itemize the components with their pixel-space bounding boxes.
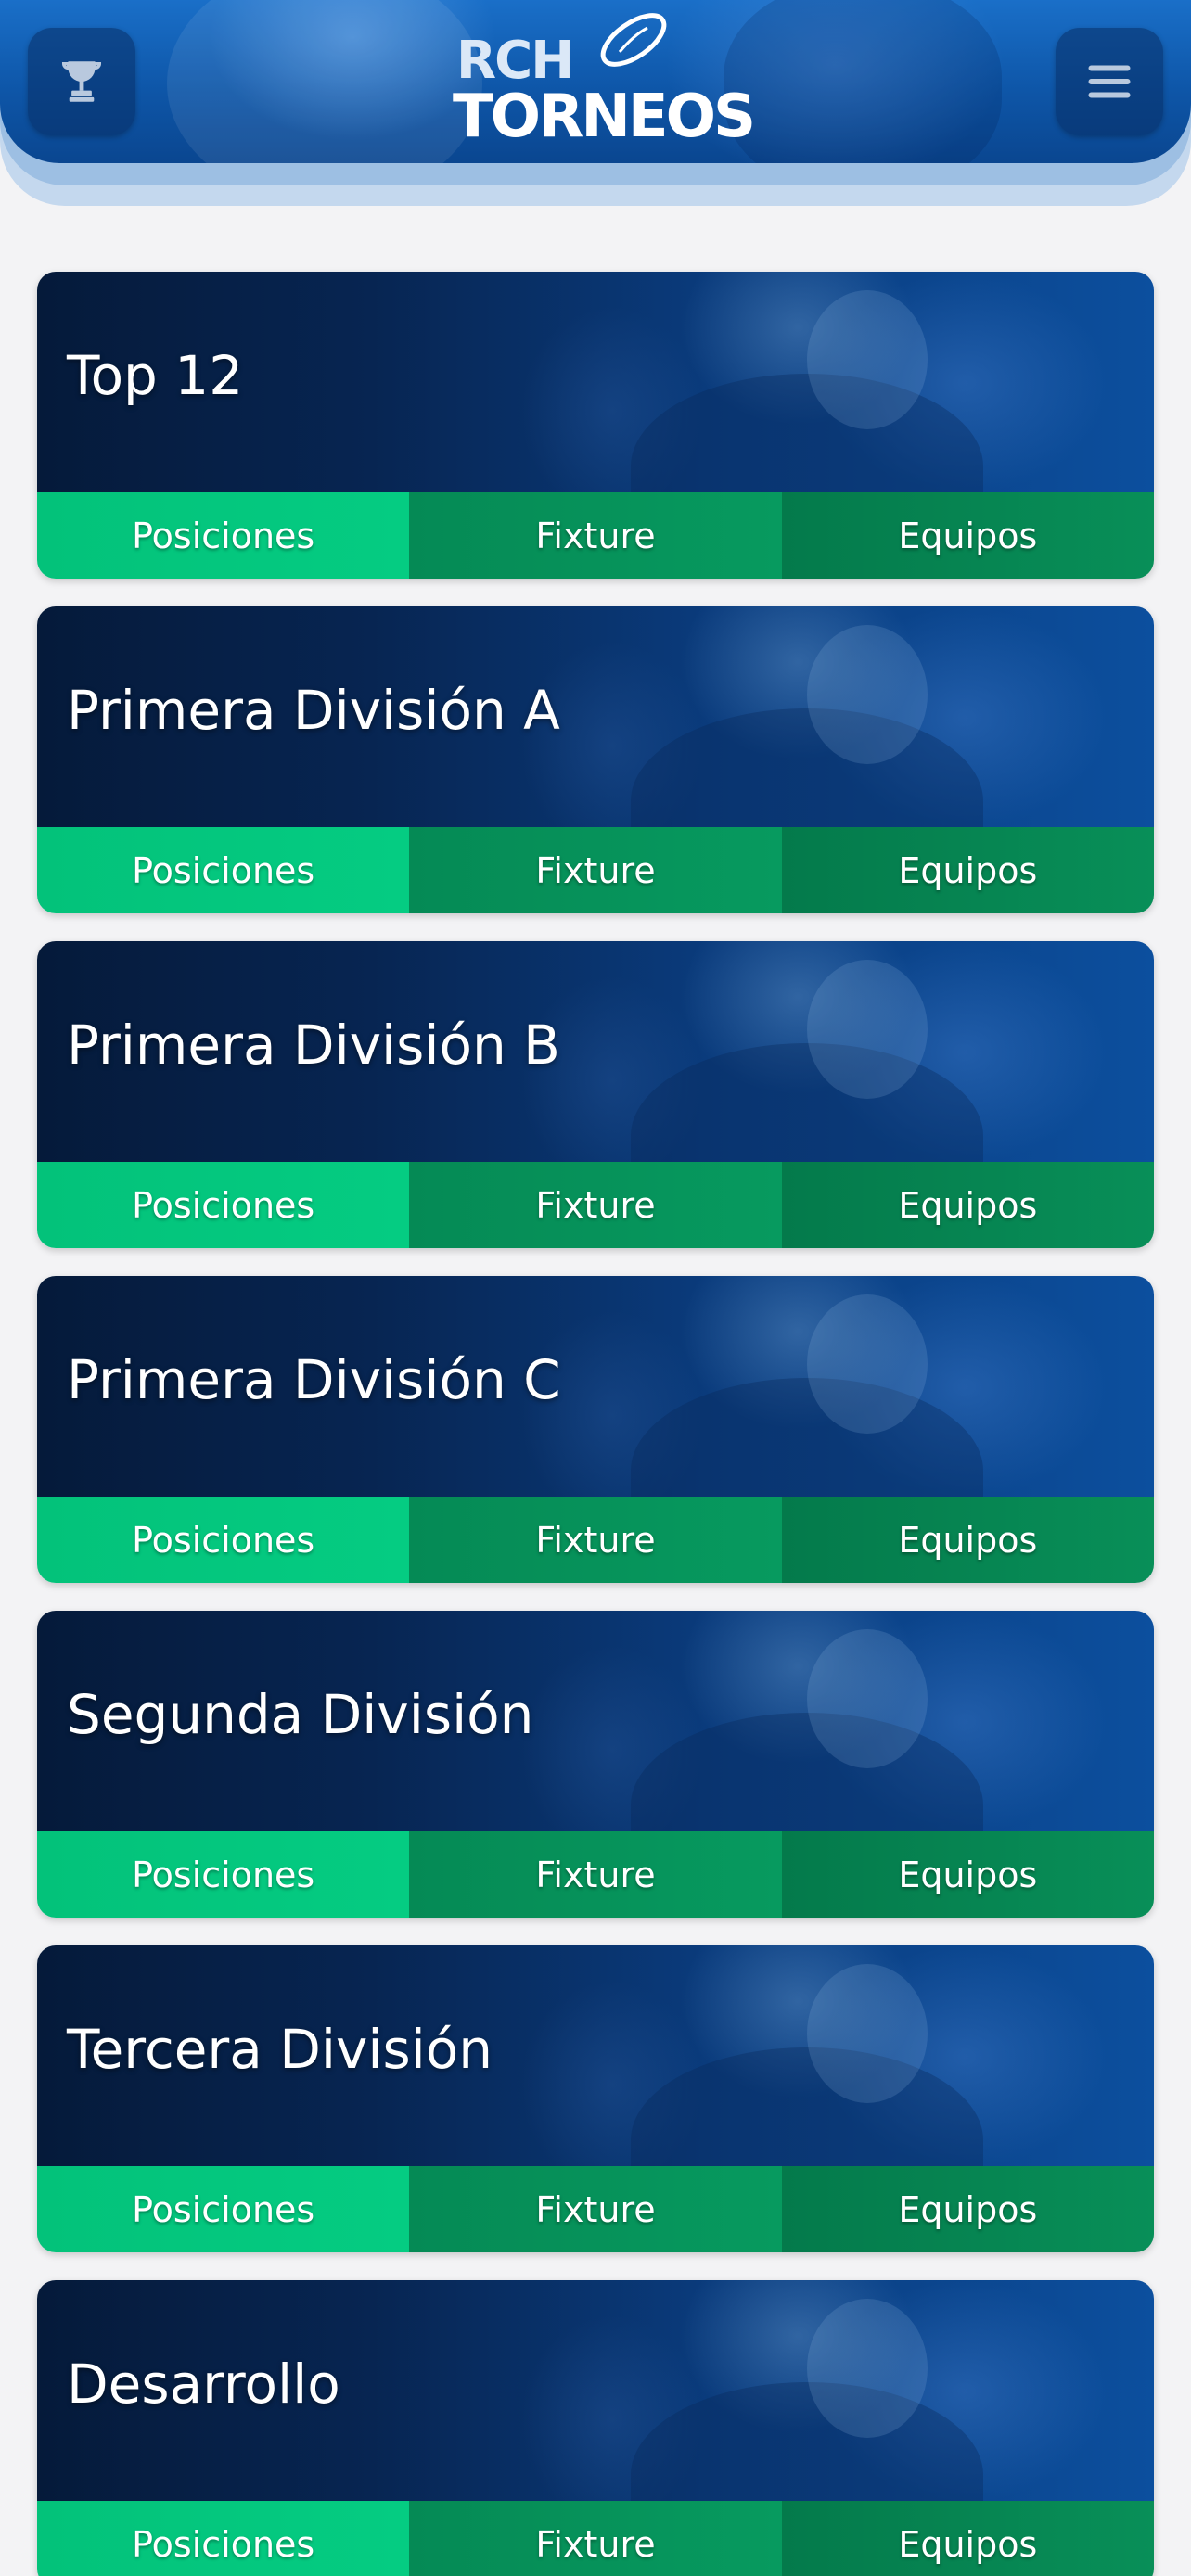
tournament-card-top-12: Top 12 Posiciones Fixture Equipos: [37, 272, 1154, 579]
tournament-banner[interactable]: Tercera División: [37, 1945, 1154, 2233]
tournament-card-primera-a: Primera División A Posiciones Fixture Eq…: [37, 606, 1154, 913]
banner-photo-shape: [807, 290, 928, 429]
teams-tab[interactable]: Equipos: [781, 2166, 1154, 2252]
teams-tab[interactable]: Equipos: [781, 492, 1154, 579]
fixture-tab[interactable]: Fixture: [409, 1831, 782, 1918]
tournament-banner[interactable]: Primera División B: [37, 941, 1154, 1229]
tournament-tabs: Posiciones Fixture Equipos: [37, 1162, 1154, 1248]
teams-tab[interactable]: Equipos: [781, 827, 1154, 913]
positions-tab[interactable]: Posiciones: [37, 2501, 410, 2576]
tournament-banner[interactable]: Top 12: [37, 272, 1154, 559]
fixture-tab[interactable]: Fixture: [409, 827, 782, 913]
logo-text-rch: RCH: [456, 31, 574, 91]
fixture-tab[interactable]: Fixture: [409, 492, 782, 579]
tournament-card-desarrollo: Desarrollo Posiciones Fixture Equipos: [37, 2280, 1154, 2576]
tournament-tabs: Posiciones Fixture Equipos: [37, 1831, 1154, 1918]
tournament-card-primera-b: Primera División B Posiciones Fixture Eq…: [37, 941, 1154, 1248]
positions-tab[interactable]: Posiciones: [37, 2166, 410, 2252]
positions-tab[interactable]: Posiciones: [37, 827, 410, 913]
positions-tab[interactable]: Posiciones: [37, 492, 410, 579]
banner-photo-shape: [807, 2299, 928, 2438]
banner-photo-shape: [807, 1964, 928, 2103]
banner-photo-shape: [807, 625, 928, 764]
tournament-banner[interactable]: Primera División A: [37, 606, 1154, 894]
tournament-card-primera-c: Primera División C Posiciones Fixture Eq…: [37, 1276, 1154, 1583]
fixture-tab[interactable]: Fixture: [409, 2501, 782, 2576]
trophy-icon: [61, 61, 102, 102]
tournament-banner[interactable]: Primera División C: [37, 1276, 1154, 1563]
positions-tab[interactable]: Posiciones: [37, 1162, 410, 1248]
banner-photo-shape: [807, 960, 928, 1099]
tournament-tabs: Posiciones Fixture Equipos: [37, 492, 1154, 579]
logo-text-torneos: TORNEOS: [453, 83, 756, 151]
rugby-ball-icon: [600, 13, 667, 67]
app-screen: RCH TORNEOS Top 12 Posiciones Fixture Eq…: [0, 0, 1191, 2576]
positions-tab[interactable]: Posiciones: [37, 1497, 410, 1583]
tournament-banner[interactable]: Desarrollo: [37, 2280, 1154, 2568]
tournament-title: Segunda División: [67, 1683, 534, 1746]
teams-tab[interactable]: Equipos: [781, 1497, 1154, 1583]
trophy-button[interactable]: [28, 28, 135, 135]
header-photo-shape: [724, 0, 1002, 163]
fixture-tab[interactable]: Fixture: [409, 2166, 782, 2252]
tournament-tabs: Posiciones Fixture Equipos: [37, 827, 1154, 913]
header-photo-shape: [167, 0, 482, 163]
tournament-title: Primera División B: [67, 1014, 560, 1077]
positions-tab[interactable]: Posiciones: [37, 1831, 410, 1918]
tournament-card-tercera: Tercera División Posiciones Fixture Equi…: [37, 1945, 1154, 2252]
fixture-tab[interactable]: Fixture: [409, 1162, 782, 1248]
menu-button[interactable]: [1056, 28, 1163, 135]
banner-photo-shape: [807, 1629, 928, 1768]
tournament-tabs: Posiciones Fixture Equipos: [37, 2166, 1154, 2252]
rch-torneos-logo: RCH TORNEOS: [453, 7, 756, 156]
hamburger-menu-icon: [1088, 65, 1131, 98]
tournament-tabs: Posiciones Fixture Equipos: [37, 2501, 1154, 2576]
tournament-title: Desarrollo: [67, 2353, 340, 2416]
teams-tab[interactable]: Equipos: [781, 1831, 1154, 1918]
banner-photo-shape: [807, 1294, 928, 1434]
tournament-tabs: Posiciones Fixture Equipos: [37, 1497, 1154, 1583]
teams-tab[interactable]: Equipos: [781, 2501, 1154, 2576]
tournament-card-segunda: Segunda División Posiciones Fixture Equi…: [37, 1611, 1154, 1918]
tournament-title: Tercera División: [67, 2018, 493, 2081]
teams-tab[interactable]: Equipos: [781, 1162, 1154, 1248]
tournament-banner[interactable]: Segunda División: [37, 1611, 1154, 1898]
tournament-title: Top 12: [67, 344, 244, 407]
fixture-tab[interactable]: Fixture: [409, 1497, 782, 1583]
tournament-list: Top 12 Posiciones Fixture Equipos Primer…: [37, 272, 1154, 2576]
tournament-title: Primera División C: [67, 1348, 561, 1411]
tournament-title: Primera División A: [67, 679, 560, 742]
app-header: RCH TORNEOS: [0, 0, 1191, 163]
